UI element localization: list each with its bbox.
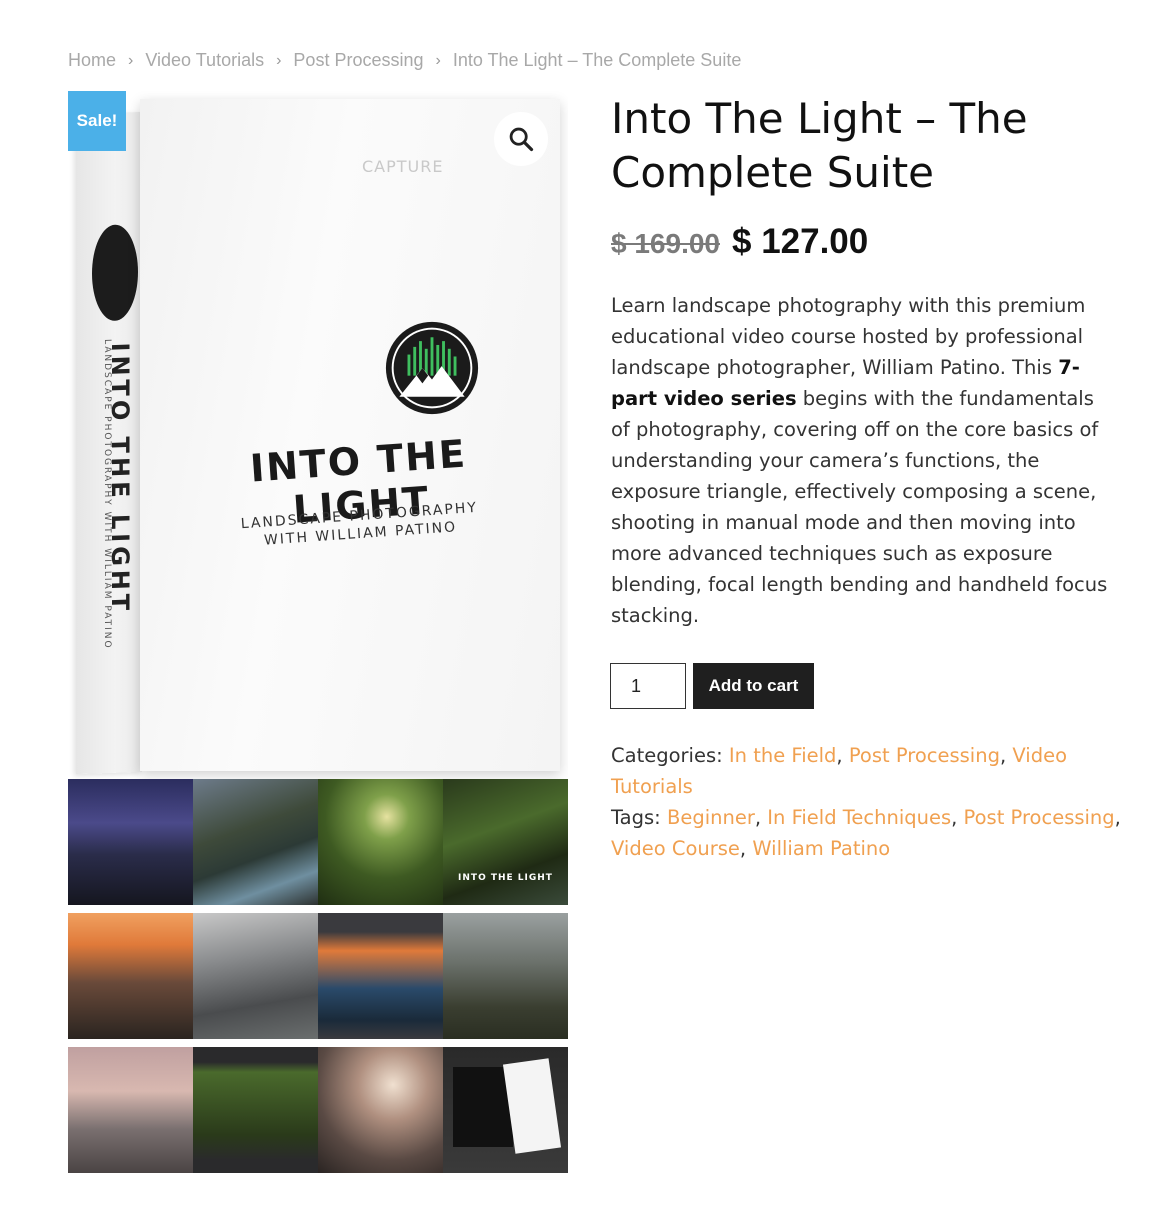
side-logo-icon <box>92 223 138 322</box>
thumbnail-10[interactable] <box>193 1047 318 1173</box>
thumbnail-4[interactable]: INTO THE LIGHT <box>443 779 568 905</box>
thumbnail-3[interactable] <box>318 779 443 905</box>
description-text: Learn landscape photography with this pr… <box>611 294 1086 379</box>
zoom-button[interactable] <box>494 112 548 166</box>
tag-link-in-field-techniques[interactable]: In Field Techniques <box>767 806 951 829</box>
categories-line: Categories: In the Field, Post Processin… <box>611 744 1067 798</box>
product-box-side: INTO THE LIGHT LANDSCAPE PHOTOGRAPHY WIT… <box>76 111 142 775</box>
breadcrumb-post-processing[interactable]: Post Processing <box>293 50 423 71</box>
thumbnail-2[interactable] <box>193 779 318 905</box>
magnifier-icon <box>509 127 534 152</box>
thumbnail-7[interactable] <box>318 913 443 1039</box>
tag-link-beginner[interactable]: Beginner <box>667 806 755 829</box>
thumbnail-overlay-title: INTO THE LIGHT <box>458 873 553 883</box>
breadcrumb-separator: › <box>128 51 134 69</box>
thumbnail-9[interactable] <box>68 1047 193 1173</box>
categories-label: Categories: <box>611 744 723 767</box>
quantity-input[interactable] <box>610 663 686 709</box>
category-link-in-the-field[interactable]: In the Field <box>729 744 837 767</box>
breadcrumb: Home › Video Tutorials › Post Processing… <box>68 50 741 71</box>
brand-mark: CAPTURE <box>362 157 444 176</box>
product-main-image[interactable]: INTO THE LIGHT LANDSCAPE PHOTOGRAPHY WIT… <box>68 91 568 779</box>
product-description: Learn landscape photography with this pr… <box>611 290 1111 631</box>
price-sale: $ 127.00 <box>732 222 869 261</box>
breadcrumb-video-tutorials[interactable]: Video Tutorials <box>145 50 264 71</box>
price-original: $ 169.00 <box>611 228 720 259</box>
tag-link-post-processing[interactable]: Post Processing <box>964 806 1115 829</box>
thumbnail-12[interactable] <box>443 1047 568 1173</box>
tag-link-william-patino[interactable]: William Patino <box>752 837 890 860</box>
breadcrumb-current: Into The Light – The Complete Suite <box>452 50 742 70</box>
description-text-continued: begins with the fundamentals of photogra… <box>611 387 1108 627</box>
thumbnail-6[interactable] <box>193 913 318 1039</box>
product-title: Into The Light – The Complete Suite <box>611 94 1028 197</box>
thumbnail-8[interactable] <box>443 913 568 1039</box>
tags-label: Tags: <box>611 806 661 829</box>
breadcrumb-separator: › <box>276 51 282 69</box>
tag-link-video-course[interactable]: Video Course <box>611 837 740 860</box>
product-price: $ 169.00 $ 127.00 <box>611 222 868 262</box>
thumbnail-11[interactable] <box>318 1047 443 1173</box>
mountain-aurora-emblem-icon <box>385 321 479 415</box>
add-to-cart-button[interactable]: Add to cart <box>693 663 814 709</box>
side-subtitle: LANDSCAPE PHOTOGRAPHY WITH WILLIAM PATIN… <box>102 338 112 650</box>
thumbnail-1[interactable] <box>68 779 193 905</box>
breadcrumb-home[interactable]: Home <box>68 50 116 71</box>
thumbnail-5[interactable] <box>68 913 193 1039</box>
category-link-post-processing[interactable]: Post Processing <box>849 744 1000 767</box>
product-meta: Categories: In the Field, Post Processin… <box>611 740 1131 864</box>
breadcrumb-separator: › <box>435 51 441 69</box>
product-box-front: CAPTURE INTO THE LIGHT LANDSCAPE PHOTOGR… <box>140 99 560 771</box>
tags-line: Tags: Beginner, In Field Techniques, Pos… <box>611 806 1121 860</box>
thumbnail-gallery: INTO THE LIGHT <box>68 779 568 1181</box>
sale-badge: Sale! <box>68 91 126 151</box>
